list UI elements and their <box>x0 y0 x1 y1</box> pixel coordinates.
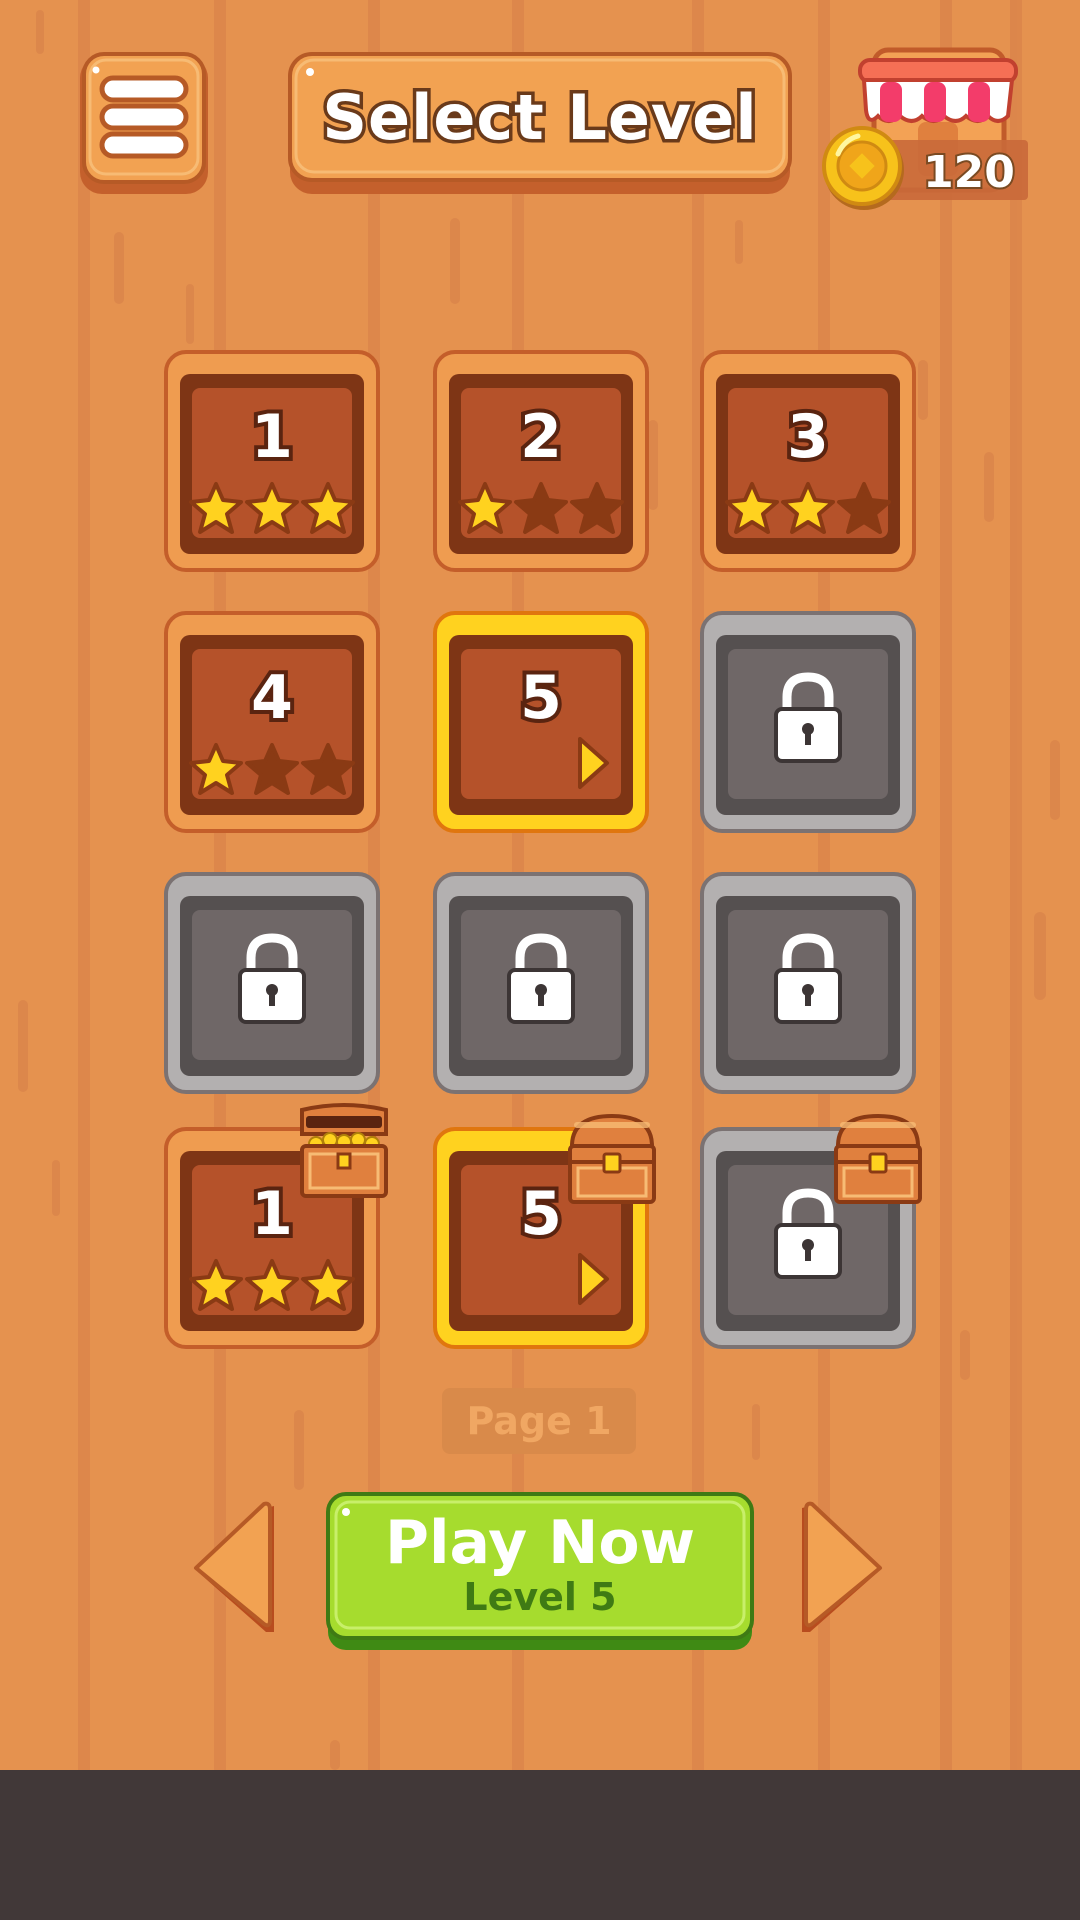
level-tile-2[interactable]: 2 <box>433 350 649 572</box>
coin-count: 120 <box>921 145 1017 200</box>
closed-treasure-chest-icon[interactable] <box>564 1112 660 1208</box>
right-arrow-icon <box>802 1501 882 1632</box>
star-filled-icon <box>781 482 835 534</box>
page-indicator: Page 1 <box>442 1388 636 1454</box>
level-tile-5-current[interactable]: 5 <box>433 611 649 833</box>
play-now-button[interactable]: Play Now Level 5 <box>326 1492 754 1650</box>
coin-counter: 120 <box>822 126 1028 210</box>
star-rating <box>458 482 624 534</box>
star-filled-icon <box>189 482 243 534</box>
left-arrow-icon <box>194 1501 274 1632</box>
play-now-label: Play Now <box>384 1508 696 1578</box>
star-empty-icon <box>837 482 891 534</box>
play-level-label: Level 5 <box>463 1575 617 1619</box>
level-tile-locked[interactable] <box>433 872 649 1094</box>
star-empty-icon <box>514 482 568 534</box>
star-filled-icon <box>301 1259 355 1311</box>
level-number: 5 <box>516 659 566 737</box>
level-tile-locked[interactable] <box>700 872 916 1094</box>
gold-coin-icon <box>822 126 904 210</box>
star-filled-icon <box>245 482 299 534</box>
title-banner: Select Level <box>288 52 792 194</box>
star-filled-icon <box>458 482 512 534</box>
star-filled-icon <box>189 1259 243 1311</box>
open-treasure-chest-icon[interactable] <box>296 1103 392 1200</box>
star-filled-icon <box>189 743 243 795</box>
level-tile-1[interactable]: 1 <box>164 350 380 572</box>
next-page-button[interactable] <box>796 1498 886 1640</box>
star-rating <box>189 743 355 795</box>
level-tile-4[interactable]: 4 <box>164 611 380 833</box>
level-number: 2 <box>516 398 566 476</box>
star-empty-icon <box>245 743 299 795</box>
star-empty-icon <box>570 482 624 534</box>
page-title: Select Level <box>319 77 760 157</box>
bottom-bar <box>0 1770 1080 1920</box>
level-number: 4 <box>247 659 297 737</box>
level-number: 3 <box>783 398 833 476</box>
level-tile-locked[interactable] <box>164 872 380 1094</box>
star-rating <box>725 482 891 534</box>
closed-treasure-chest-icon[interactable] <box>830 1112 926 1208</box>
level-tile-3[interactable]: 3 <box>700 350 916 572</box>
star-empty-icon <box>301 743 355 795</box>
star-rating <box>189 482 355 534</box>
star-filled-icon <box>725 482 779 534</box>
star-rating <box>189 1259 355 1311</box>
previous-page-button[interactable] <box>190 1498 280 1640</box>
hamburger-menu-icon <box>80 52 208 194</box>
level-tile-locked[interactable] <box>700 611 916 833</box>
star-filled-icon <box>245 1259 299 1311</box>
menu-button[interactable] <box>80 52 208 194</box>
level-number: 1 <box>247 398 297 476</box>
star-filled-icon <box>301 482 355 534</box>
